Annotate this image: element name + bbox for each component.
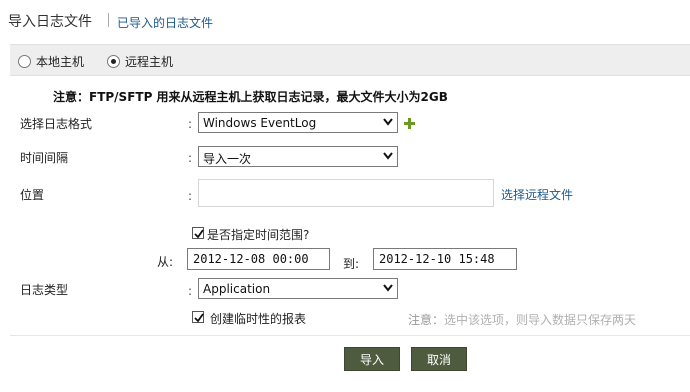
temp-report-hint: 注意：选中该选项，则导入数据只保存两天 (408, 311, 636, 328)
radio-remote-host[interactable]: 远程主机 (107, 53, 173, 69)
interval-value: 导入一次 (203, 152, 252, 166)
chevron-down-icon (383, 152, 393, 160)
page-header: 导入日志文件 已导入的日志文件 (0, 0, 690, 38)
log-type-select[interactable]: Application (198, 278, 398, 299)
checkmark-icon (194, 229, 204, 239)
time-range-label: 是否指定时间范围? (207, 228, 310, 242)
select-remote-file-link[interactable]: 选择远程文件 (501, 186, 573, 203)
time-range-checkbox[interactable] (192, 227, 204, 239)
radio-icon[interactable] (18, 54, 31, 68)
to-date-input[interactable]: 2012-12-10 15:48 (373, 248, 517, 270)
colon: : (188, 117, 193, 131)
radio-icon[interactable] (107, 54, 120, 68)
header-divider (108, 13, 109, 27)
to-date-value: 2012-12-10 15:48 (379, 252, 495, 266)
hint-prefix: 注意： (408, 313, 445, 327)
chevron-down-icon (383, 118, 393, 126)
from-date-value: 2012-12-08 00:00 (193, 252, 309, 266)
log-type-value: Application (203, 282, 271, 296)
cancel-button[interactable]: 取消 (411, 347, 467, 371)
log-format-value: Windows EventLog (203, 116, 317, 130)
checkmark-icon (194, 313, 204, 323)
colon: : (188, 151, 193, 165)
log-format-label: 选择日志格式 (20, 117, 93, 131)
plus-icon[interactable] (404, 118, 415, 129)
location-input[interactable] (198, 179, 494, 207)
radio-remote-host-label: 远程主机 (125, 54, 174, 69)
colon: : (188, 284, 193, 298)
imported-logs-link[interactable]: 已导入的日志文件 (117, 14, 213, 31)
page-title: 导入日志文件 (8, 14, 92, 30)
location-label: 位置 (20, 188, 45, 202)
interval-label: 时间间隔 (20, 151, 69, 165)
import-button[interactable]: 导入 (344, 347, 400, 371)
temp-report-checkbox[interactable] (192, 311, 204, 323)
source-selector: 本地主机 远程主机 (10, 44, 690, 76)
interval-select[interactable]: 导入一次 (198, 146, 398, 167)
to-label: 到: (343, 257, 360, 271)
from-label: 从: (157, 255, 174, 269)
radio-local-host[interactable]: 本地主机 (18, 53, 84, 69)
ftp-note: 注意：FTP/SFTP 用来从远程主机上获取日志记录，最大文件大小为2GB (53, 90, 448, 104)
radio-local-host-label: 本地主机 (36, 54, 85, 69)
log-format-select[interactable]: Windows EventLog (198, 112, 398, 133)
chevron-down-icon (383, 284, 393, 292)
from-date-input[interactable]: 2012-12-08 00:00 (187, 248, 330, 270)
hint-text: 选中该选项，则导入数据只保存两天 (444, 313, 637, 327)
log-type-label: 日志类型 (20, 283, 69, 297)
temp-report-label: 创建临时性的报表 (210, 312, 307, 326)
colon: : (188, 189, 193, 203)
